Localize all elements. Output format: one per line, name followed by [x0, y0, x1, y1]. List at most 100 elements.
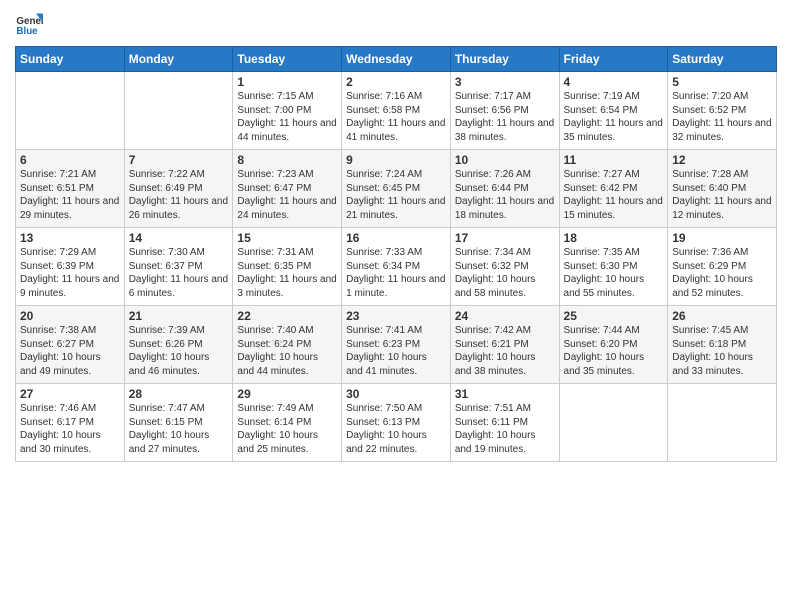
calendar-cell: 23Sunrise: 7:41 AM Sunset: 6:23 PM Dayli… — [342, 306, 451, 384]
day-number: 29 — [237, 387, 337, 401]
day-info: Sunrise: 7:50 AM Sunset: 6:13 PM Dayligh… — [346, 402, 446, 456]
calendar-cell: 31Sunrise: 7:51 AM Sunset: 6:11 PM Dayli… — [450, 384, 559, 462]
calendar-cell: 3Sunrise: 7:17 AM Sunset: 6:56 PM Daylig… — [450, 72, 559, 150]
calendar-cell: 1Sunrise: 7:15 AM Sunset: 7:00 PM Daylig… — [233, 72, 342, 150]
day-info: Sunrise: 7:36 AM Sunset: 6:29 PM Dayligh… — [672, 246, 772, 300]
day-info: Sunrise: 7:49 AM Sunset: 6:14 PM Dayligh… — [237, 402, 337, 456]
day-info: Sunrise: 7:47 AM Sunset: 6:15 PM Dayligh… — [129, 402, 229, 456]
calendar-cell: 12Sunrise: 7:28 AM Sunset: 6:40 PM Dayli… — [668, 150, 777, 228]
day-number: 11 — [564, 153, 664, 167]
day-info: Sunrise: 7:20 AM Sunset: 6:52 PM Dayligh… — [672, 90, 772, 144]
day-number: 24 — [455, 309, 555, 323]
weekday-header-wednesday: Wednesday — [342, 47, 451, 72]
day-info: Sunrise: 7:17 AM Sunset: 6:56 PM Dayligh… — [455, 90, 555, 144]
calendar-cell: 27Sunrise: 7:46 AM Sunset: 6:17 PM Dayli… — [16, 384, 125, 462]
day-info: Sunrise: 7:41 AM Sunset: 6:23 PM Dayligh… — [346, 324, 446, 378]
day-info: Sunrise: 7:28 AM Sunset: 6:40 PM Dayligh… — [672, 168, 772, 222]
day-number: 17 — [455, 231, 555, 245]
day-info: Sunrise: 7:29 AM Sunset: 6:39 PM Dayligh… — [20, 246, 120, 300]
calendar-cell: 21Sunrise: 7:39 AM Sunset: 6:26 PM Dayli… — [124, 306, 233, 384]
day-number: 8 — [237, 153, 337, 167]
day-info: Sunrise: 7:51 AM Sunset: 6:11 PM Dayligh… — [455, 402, 555, 456]
day-info: Sunrise: 7:45 AM Sunset: 6:18 PM Dayligh… — [672, 324, 772, 378]
calendar-week-2: 6Sunrise: 7:21 AM Sunset: 6:51 PM Daylig… — [16, 150, 777, 228]
day-info: Sunrise: 7:30 AM Sunset: 6:37 PM Dayligh… — [129, 246, 229, 300]
day-number: 27 — [20, 387, 120, 401]
calendar-cell: 13Sunrise: 7:29 AM Sunset: 6:39 PM Dayli… — [16, 228, 125, 306]
calendar-cell: 6Sunrise: 7:21 AM Sunset: 6:51 PM Daylig… — [16, 150, 125, 228]
calendar-cell: 17Sunrise: 7:34 AM Sunset: 6:32 PM Dayli… — [450, 228, 559, 306]
calendar-cell — [16, 72, 125, 150]
calendar-cell: 16Sunrise: 7:33 AM Sunset: 6:34 PM Dayli… — [342, 228, 451, 306]
calendar-cell: 2Sunrise: 7:16 AM Sunset: 6:58 PM Daylig… — [342, 72, 451, 150]
calendar-cell: 11Sunrise: 7:27 AM Sunset: 6:42 PM Dayli… — [559, 150, 668, 228]
day-info: Sunrise: 7:21 AM Sunset: 6:51 PM Dayligh… — [20, 168, 120, 222]
day-info: Sunrise: 7:15 AM Sunset: 7:00 PM Dayligh… — [237, 90, 337, 144]
day-info: Sunrise: 7:16 AM Sunset: 6:58 PM Dayligh… — [346, 90, 446, 144]
calendar-cell: 28Sunrise: 7:47 AM Sunset: 6:15 PM Dayli… — [124, 384, 233, 462]
calendar-cell: 4Sunrise: 7:19 AM Sunset: 6:54 PM Daylig… — [559, 72, 668, 150]
day-number: 19 — [672, 231, 772, 245]
day-number: 23 — [346, 309, 446, 323]
calendar-cell: 8Sunrise: 7:23 AM Sunset: 6:47 PM Daylig… — [233, 150, 342, 228]
weekday-header-thursday: Thursday — [450, 47, 559, 72]
day-info: Sunrise: 7:23 AM Sunset: 6:47 PM Dayligh… — [237, 168, 337, 222]
day-number: 4 — [564, 75, 664, 89]
day-number: 28 — [129, 387, 229, 401]
calendar-cell: 24Sunrise: 7:42 AM Sunset: 6:21 PM Dayli… — [450, 306, 559, 384]
day-number: 9 — [346, 153, 446, 167]
day-info: Sunrise: 7:42 AM Sunset: 6:21 PM Dayligh… — [455, 324, 555, 378]
day-number: 1 — [237, 75, 337, 89]
day-number: 18 — [564, 231, 664, 245]
calendar-week-4: 20Sunrise: 7:38 AM Sunset: 6:27 PM Dayli… — [16, 306, 777, 384]
day-info: Sunrise: 7:26 AM Sunset: 6:44 PM Dayligh… — [455, 168, 555, 222]
day-number: 7 — [129, 153, 229, 167]
calendar-cell — [124, 72, 233, 150]
day-info: Sunrise: 7:44 AM Sunset: 6:20 PM Dayligh… — [564, 324, 664, 378]
day-info: Sunrise: 7:46 AM Sunset: 6:17 PM Dayligh… — [20, 402, 120, 456]
calendar-cell: 20Sunrise: 7:38 AM Sunset: 6:27 PM Dayli… — [16, 306, 125, 384]
day-number: 25 — [564, 309, 664, 323]
calendar-cell: 22Sunrise: 7:40 AM Sunset: 6:24 PM Dayli… — [233, 306, 342, 384]
calendar-cell — [668, 384, 777, 462]
calendar-cell: 26Sunrise: 7:45 AM Sunset: 6:18 PM Dayli… — [668, 306, 777, 384]
day-number: 22 — [237, 309, 337, 323]
day-info: Sunrise: 7:27 AM Sunset: 6:42 PM Dayligh… — [564, 168, 664, 222]
day-info: Sunrise: 7:35 AM Sunset: 6:30 PM Dayligh… — [564, 246, 664, 300]
calendar-week-3: 13Sunrise: 7:29 AM Sunset: 6:39 PM Dayli… — [16, 228, 777, 306]
day-info: Sunrise: 7:34 AM Sunset: 6:32 PM Dayligh… — [455, 246, 555, 300]
day-number: 30 — [346, 387, 446, 401]
day-info: Sunrise: 7:33 AM Sunset: 6:34 PM Dayligh… — [346, 246, 446, 300]
calendar-body: 1Sunrise: 7:15 AM Sunset: 7:00 PM Daylig… — [16, 72, 777, 462]
weekday-header-sunday: Sunday — [16, 47, 125, 72]
calendar-table: SundayMondayTuesdayWednesdayThursdayFrid… — [15, 46, 777, 462]
day-info: Sunrise: 7:39 AM Sunset: 6:26 PM Dayligh… — [129, 324, 229, 378]
calendar-cell: 14Sunrise: 7:30 AM Sunset: 6:37 PM Dayli… — [124, 228, 233, 306]
weekday-header-tuesday: Tuesday — [233, 47, 342, 72]
logo: General Blue — [15, 10, 47, 38]
day-number: 14 — [129, 231, 229, 245]
weekday-header-saturday: Saturday — [668, 47, 777, 72]
day-number: 20 — [20, 309, 120, 323]
page-header: General Blue — [15, 10, 777, 38]
calendar-cell: 18Sunrise: 7:35 AM Sunset: 6:30 PM Dayli… — [559, 228, 668, 306]
calendar-cell: 9Sunrise: 7:24 AM Sunset: 6:45 PM Daylig… — [342, 150, 451, 228]
day-number: 6 — [20, 153, 120, 167]
day-info: Sunrise: 7:38 AM Sunset: 6:27 PM Dayligh… — [20, 324, 120, 378]
day-number: 13 — [20, 231, 120, 245]
day-number: 21 — [129, 309, 229, 323]
calendar-cell: 15Sunrise: 7:31 AM Sunset: 6:35 PM Dayli… — [233, 228, 342, 306]
calendar-week-5: 27Sunrise: 7:46 AM Sunset: 6:17 PM Dayli… — [16, 384, 777, 462]
weekday-header-friday: Friday — [559, 47, 668, 72]
day-info: Sunrise: 7:19 AM Sunset: 6:54 PM Dayligh… — [564, 90, 664, 144]
day-number: 31 — [455, 387, 555, 401]
weekday-header-monday: Monday — [124, 47, 233, 72]
day-info: Sunrise: 7:40 AM Sunset: 6:24 PM Dayligh… — [237, 324, 337, 378]
day-info: Sunrise: 7:22 AM Sunset: 6:49 PM Dayligh… — [129, 168, 229, 222]
day-number: 12 — [672, 153, 772, 167]
day-number: 2 — [346, 75, 446, 89]
calendar-cell: 19Sunrise: 7:36 AM Sunset: 6:29 PM Dayli… — [668, 228, 777, 306]
calendar-cell: 30Sunrise: 7:50 AM Sunset: 6:13 PM Dayli… — [342, 384, 451, 462]
calendar-cell: 10Sunrise: 7:26 AM Sunset: 6:44 PM Dayli… — [450, 150, 559, 228]
calendar-week-1: 1Sunrise: 7:15 AM Sunset: 7:00 PM Daylig… — [16, 72, 777, 150]
